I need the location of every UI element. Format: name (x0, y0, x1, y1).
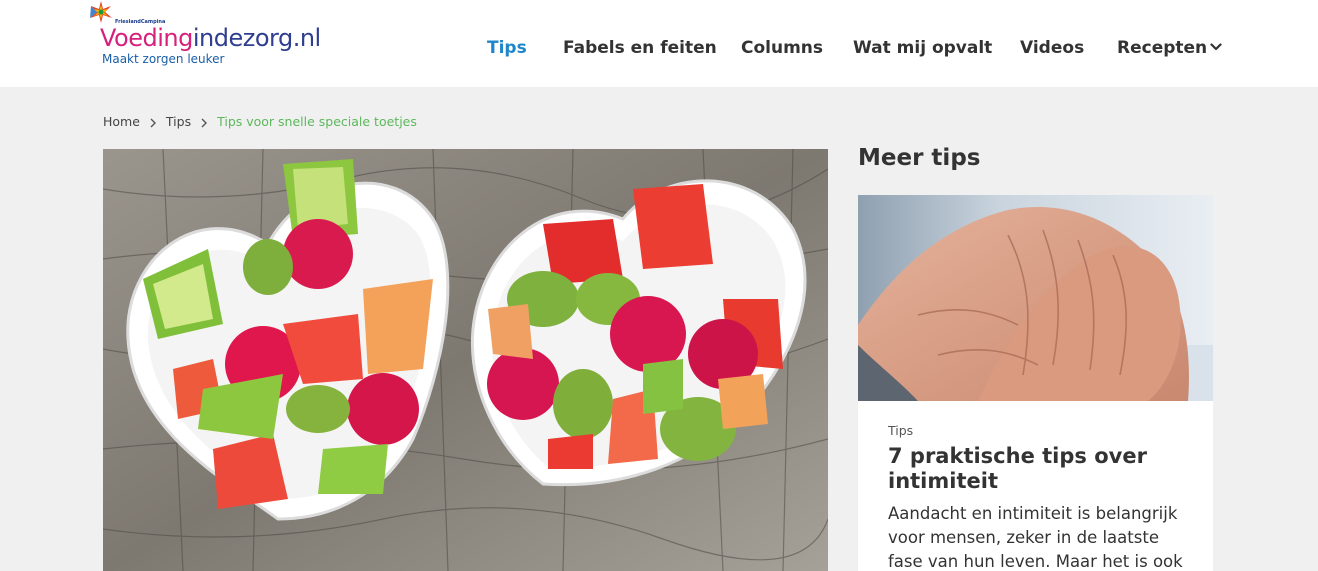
breadcrumb-current: Tips voor snelle speciale toetjes (217, 114, 417, 129)
elderly-hands-illustration (858, 195, 1213, 401)
sidebar-title: Meer tips (858, 145, 981, 171)
tip-card-image (858, 195, 1213, 401)
breadcrumb-tips[interactable]: Tips (166, 114, 191, 129)
site-logo[interactable]: FrieslandCampina Voedingindezorg.nl Maak… (88, 0, 321, 70)
hero-image (103, 149, 828, 571)
nav-item-videos[interactable]: Videos (1020, 38, 1084, 58)
nav-item-tips[interactable]: Tips (487, 38, 527, 58)
nav-item-recepten[interactable]: Recepten (1117, 38, 1222, 58)
breadcrumb: Home Tips Tips voor snelle speciale toetje… (103, 114, 417, 130)
fruit-bowls-illustration (103, 149, 828, 571)
breadcrumb-home[interactable]: Home (103, 114, 140, 129)
tip-card[interactable]: Tips 7 praktische tips over intimiteit A… (858, 195, 1213, 571)
chevron-down-icon (1210, 42, 1222, 50)
logo-tagline: Maakt zorgen leuker (102, 52, 225, 66)
tip-card-category[interactable]: Tips (888, 423, 913, 438)
chevron-right-icon (150, 118, 156, 127)
nav-item-recepten-label: Recepten (1117, 38, 1208, 58)
chevron-right-icon (201, 118, 208, 127)
tip-card-excerpt: Aandacht en intimiteit is belangrijk voo… (888, 504, 1183, 571)
nav-item-fabels-en-feiten[interactable]: Fabels en feiten (563, 38, 717, 58)
site-header: FrieslandCampina Voedingindezorg.nl Maak… (0, 0, 1318, 87)
frieslandcampina-logo-icon (90, 1, 112, 23)
logo-brand-text: Voedingindezorg.nl (100, 24, 321, 52)
tip-card-title[interactable]: 7 praktische tips over intimiteit (888, 444, 1188, 494)
nav-item-columns[interactable]: Columns (741, 38, 823, 58)
nav-item-wat-mij-opvalt[interactable]: Wat mij opvalt (853, 38, 992, 58)
